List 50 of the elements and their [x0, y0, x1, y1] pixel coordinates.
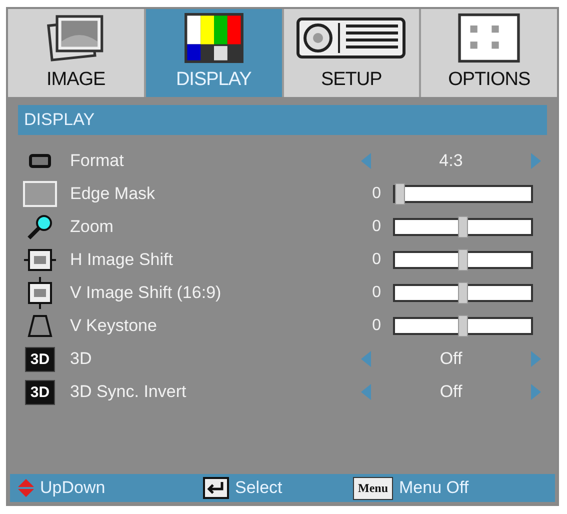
3d-icon: 3D [25, 346, 55, 372]
hint-label: Menu Off [399, 478, 469, 498]
menu-tab[interactable]: SETUP [284, 9, 422, 97]
right-arrow-icon[interactable] [531, 351, 541, 367]
rectangle-icon [29, 154, 51, 168]
up-down-arrow-icon [18, 479, 34, 497]
menu-tab[interactable]: IMAGE [8, 9, 146, 97]
setting-value: Off [440, 349, 462, 369]
hint-label: UpDown [40, 478, 106, 498]
enter-key-icon [203, 477, 229, 499]
setting-label: Edge Mask [70, 184, 156, 204]
menu-tab[interactable]: OPTIONS [421, 9, 557, 97]
setting-label: 3D Sync. Invert [70, 382, 188, 402]
slider-thumb[interactable] [458, 249, 468, 271]
slider[interactable] [393, 185, 533, 203]
setting-value: 0 [372, 251, 381, 269]
setting-value: Off [440, 382, 462, 402]
setting-value: 0 [372, 284, 381, 302]
slider-thumb[interactable] [458, 282, 468, 304]
slider[interactable] [393, 284, 533, 302]
right-arrow-icon[interactable] [531, 384, 541, 400]
slider[interactable] [393, 317, 533, 335]
slider[interactable] [393, 218, 533, 236]
setting-label: V Keystone [70, 316, 158, 336]
setting-label: H Image Shift [70, 250, 174, 270]
setting-value: 4:3 [439, 151, 463, 171]
slider[interactable] [393, 251, 533, 269]
setting-label: Format [70, 151, 125, 171]
slider-thumb[interactable] [458, 216, 468, 238]
vertical-shift-icon [27, 277, 53, 309]
right-arrow-icon[interactable] [530, 153, 541, 169]
menu-key-icon: Menu [353, 476, 393, 500]
slider-thumb[interactable] [458, 315, 468, 337]
left-arrow-icon[interactable] [361, 384, 371, 400]
magnifier-icon [26, 213, 54, 241]
3d-icon: 3D [25, 380, 55, 404]
slider-thumb[interactable] [395, 183, 405, 205]
hint-label: Select [235, 478, 282, 498]
setting-label: 3D [70, 349, 93, 369]
setting-value: 0 [372, 185, 381, 203]
setting-label: V Image Shift (16:9) [70, 283, 222, 303]
section-title: DISPLAY [18, 105, 547, 135]
keystone-icon [27, 314, 53, 338]
left-arrow-icon[interactable] [361, 351, 371, 367]
left-arrow-icon[interactable] [361, 153, 371, 169]
horizontal-shift-icon [23, 248, 57, 272]
setting-label: Zoom [70, 217, 114, 237]
setting-value: 0 [372, 218, 381, 236]
setting-value: 0 [372, 317, 381, 335]
screen-frame-icon [23, 181, 57, 207]
